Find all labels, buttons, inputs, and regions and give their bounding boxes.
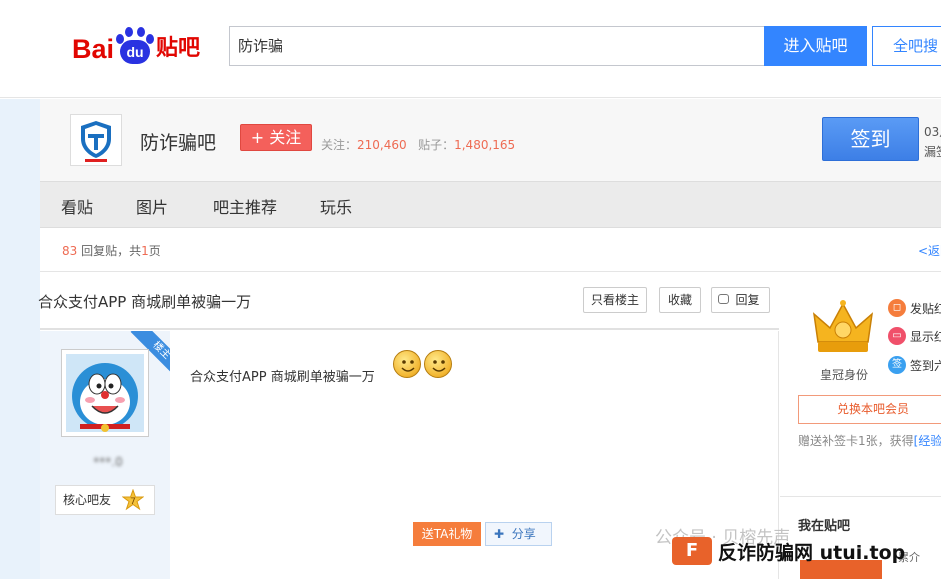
card-note: 赠送补签卡1张，获得[经验	[798, 432, 941, 449]
exp-link[interactable]: [经验	[914, 434, 941, 448]
username[interactable]: ***.0	[68, 455, 148, 469]
followers-label: 关注：	[321, 138, 358, 152]
crown-icon	[812, 300, 874, 352]
brand-mark-icon: F	[672, 537, 712, 565]
tab-recommended[interactable]: 吧主推荐	[213, 194, 277, 218]
enter-forum-button[interactable]: 进入贴吧	[764, 26, 867, 66]
shield-icon	[81, 121, 111, 162]
tab-images[interactable]: 图片	[136, 194, 168, 218]
reply-bar	[40, 228, 941, 272]
signin-date: 03月	[924, 125, 941, 139]
only-op-button[interactable]: 只看楼主	[583, 287, 647, 313]
name-icon: ▭	[888, 327, 906, 345]
reply-button[interactable]: 回复	[711, 287, 770, 313]
smile-emoji-icon	[424, 350, 452, 378]
send-gift-button[interactable]: 送TA礼物	[413, 522, 481, 546]
my-forum-heading: 我在贴吧	[798, 519, 851, 534]
sidebar-divider	[780, 496, 941, 497]
post-icon: ◻	[888, 299, 906, 317]
paw-icon: du	[115, 26, 155, 66]
privilege-label: 发贴红	[910, 301, 941, 316]
reply-button-label: 回复	[735, 293, 760, 307]
card-note-text: 赠送补签卡1张，获得	[798, 434, 914, 448]
post-content: 合众支付APP 商城刷单被骗一万	[190, 370, 375, 385]
privilege-label: 签到六	[910, 358, 941, 373]
avatar[interactable]	[61, 349, 149, 437]
forum-nav	[40, 181, 941, 228]
privilege-label: 显示红	[910, 329, 941, 344]
logo-du: du	[120, 40, 151, 64]
search-input[interactable]: 防诈骗	[229, 26, 765, 66]
tab-posts[interactable]: 看贴	[61, 194, 93, 218]
page-count: 1	[141, 244, 149, 258]
follow-button[interactable]: + 关注	[240, 124, 312, 151]
posts-count: 1,480,165	[454, 138, 516, 152]
left-margin	[0, 99, 40, 579]
logo-tieba: 贴吧	[156, 36, 201, 61]
forum-avatar[interactable]	[70, 114, 122, 166]
signin-icon: 签	[888, 356, 906, 374]
doraemon-avatar-icon	[66, 354, 144, 432]
signin-info: 03月 漏签	[924, 122, 941, 162]
baidu-tieba-logo[interactable]: Bai du 贴吧	[72, 26, 200, 66]
level-star-icon: 7	[122, 489, 144, 511]
logo-bai: Bai	[72, 34, 115, 64]
page-suffix: 页	[148, 244, 161, 258]
brand-watermark: F 反诈防骗网 utui.top	[672, 536, 905, 566]
reply-number: 83	[62, 244, 78, 258]
comment-icon	[718, 294, 729, 304]
search-all-button[interactable]: 全吧搜	[872, 26, 941, 66]
crown-label: 皇冠身份	[820, 368, 869, 382]
forum-stats: 关注：210,460 贴子：1,480,165	[321, 136, 515, 153]
brand-watermark-text: 反诈防骗网 utui.top	[718, 541, 906, 564]
reply-suffix: 回复贴，共	[77, 244, 142, 258]
tab-fun[interactable]: 玩乐	[320, 194, 352, 218]
share-label: 分享	[511, 527, 536, 541]
plus-icon: ✚	[494, 527, 505, 541]
privilege-signin[interactable]: 签签到六	[888, 356, 941, 374]
level-title: 核心吧友	[63, 493, 112, 507]
share-button[interactable]: ✚ 分享	[485, 522, 552, 546]
privilege-name[interactable]: ▭ 显示红	[888, 327, 941, 345]
forum-name: 防诈骗吧	[140, 132, 217, 154]
smile-emoji-icon	[393, 350, 421, 378]
signin-note: 漏签	[924, 145, 941, 159]
favorite-button[interactable]: 收藏	[659, 287, 701, 313]
followers-count: 210,460	[357, 138, 407, 152]
posts-label: 贴子：	[418, 138, 455, 152]
level-number: 7	[130, 497, 136, 507]
back-link[interactable]: <返回	[918, 242, 941, 259]
privilege-post[interactable]: ◻ 发贴红	[888, 299, 941, 317]
post-title: 合众支付APP 商城刷单被骗一万	[38, 293, 252, 311]
signin-button[interactable]: 签到	[822, 117, 919, 161]
reply-count: 83 回复贴，共1页	[62, 242, 161, 259]
member-redeem-button[interactable]: 兑换本吧会员	[798, 395, 941, 424]
